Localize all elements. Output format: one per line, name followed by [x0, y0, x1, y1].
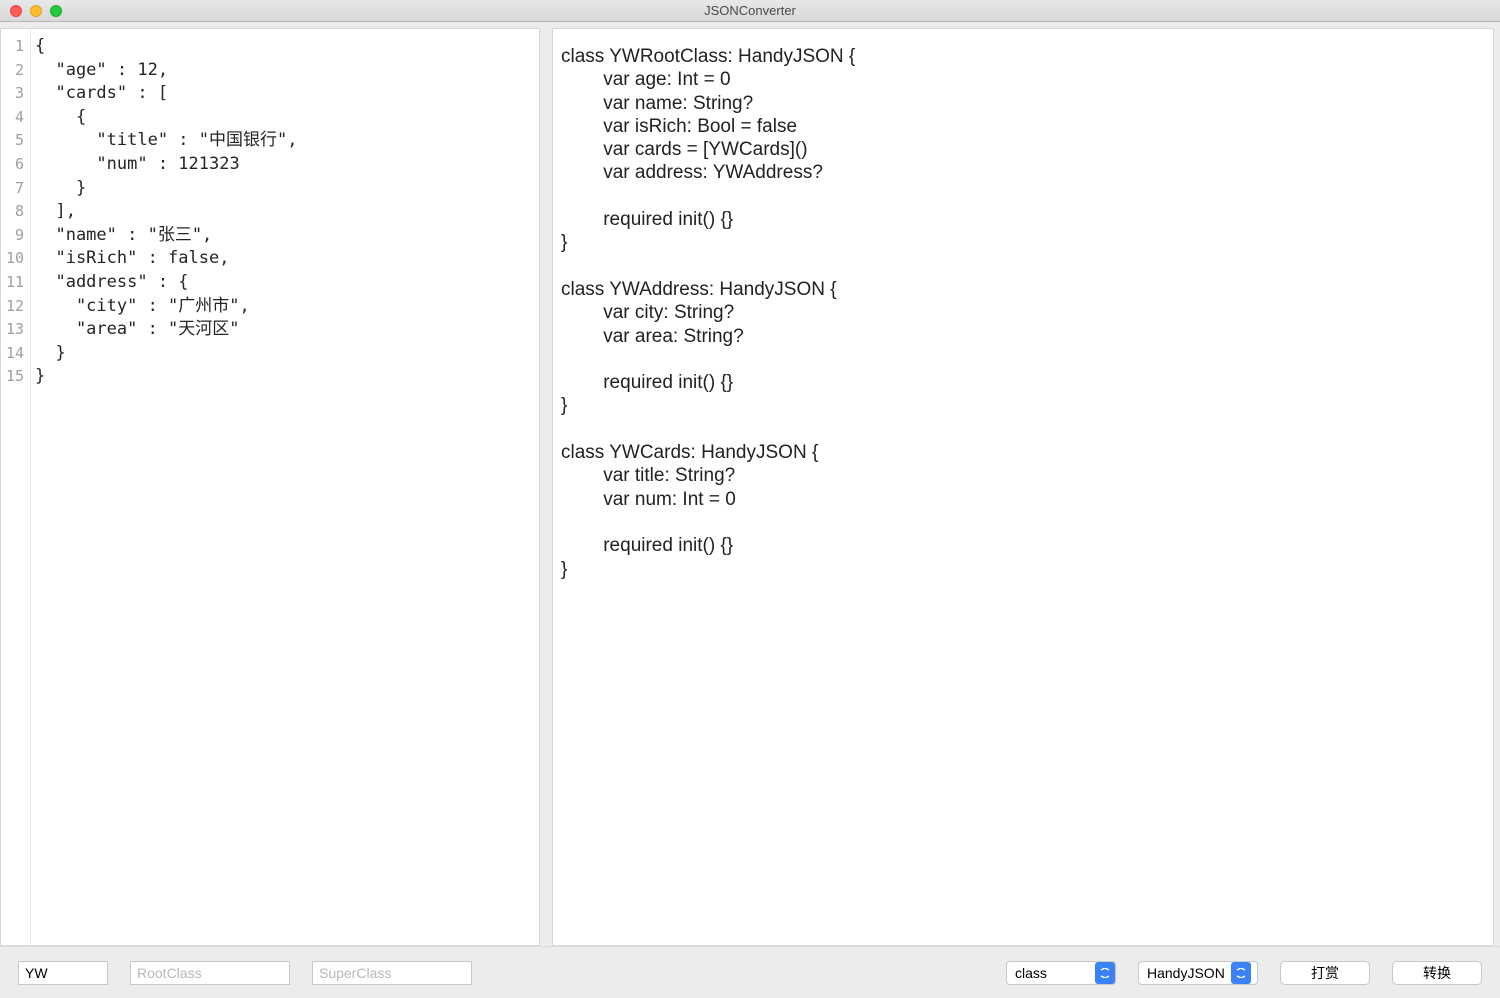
- maximize-icon[interactable]: [50, 5, 62, 17]
- type-select[interactable]: class: [1006, 961, 1116, 985]
- bottom-toolbar: class HandyJSON 打赏 转换: [0, 946, 1500, 998]
- root-class-input[interactable]: [130, 961, 290, 985]
- code-output-pane[interactable]: class YWRootClass: HandyJSON { var age: …: [552, 28, 1494, 946]
- close-icon[interactable]: [10, 5, 22, 17]
- json-editor[interactable]: { "age" : 12, "cards" : [ { "title" : "中…: [31, 29, 539, 945]
- chevron-down-icon: [1095, 962, 1115, 984]
- window-title: JSONConverter: [0, 3, 1500, 18]
- line-number-gutter: 123456789101112131415: [1, 29, 31, 945]
- json-input-pane: 123456789101112131415 { "age" : 12, "car…: [0, 28, 540, 946]
- class-prefix-input[interactable]: [18, 961, 108, 985]
- library-select-value: HandyJSON: [1147, 965, 1231, 981]
- super-class-input[interactable]: [312, 961, 472, 985]
- type-select-value: class: [1015, 965, 1053, 981]
- donate-button[interactable]: 打赏: [1280, 961, 1370, 985]
- convert-button[interactable]: 转换: [1392, 961, 1482, 985]
- chevron-down-icon: [1231, 962, 1251, 984]
- main-content: 123456789101112131415 { "age" : 12, "car…: [0, 22, 1500, 946]
- window-controls: [0, 5, 62, 17]
- minimize-icon[interactable]: [30, 5, 42, 17]
- library-select[interactable]: HandyJSON: [1138, 961, 1258, 985]
- titlebar: JSONConverter: [0, 0, 1500, 22]
